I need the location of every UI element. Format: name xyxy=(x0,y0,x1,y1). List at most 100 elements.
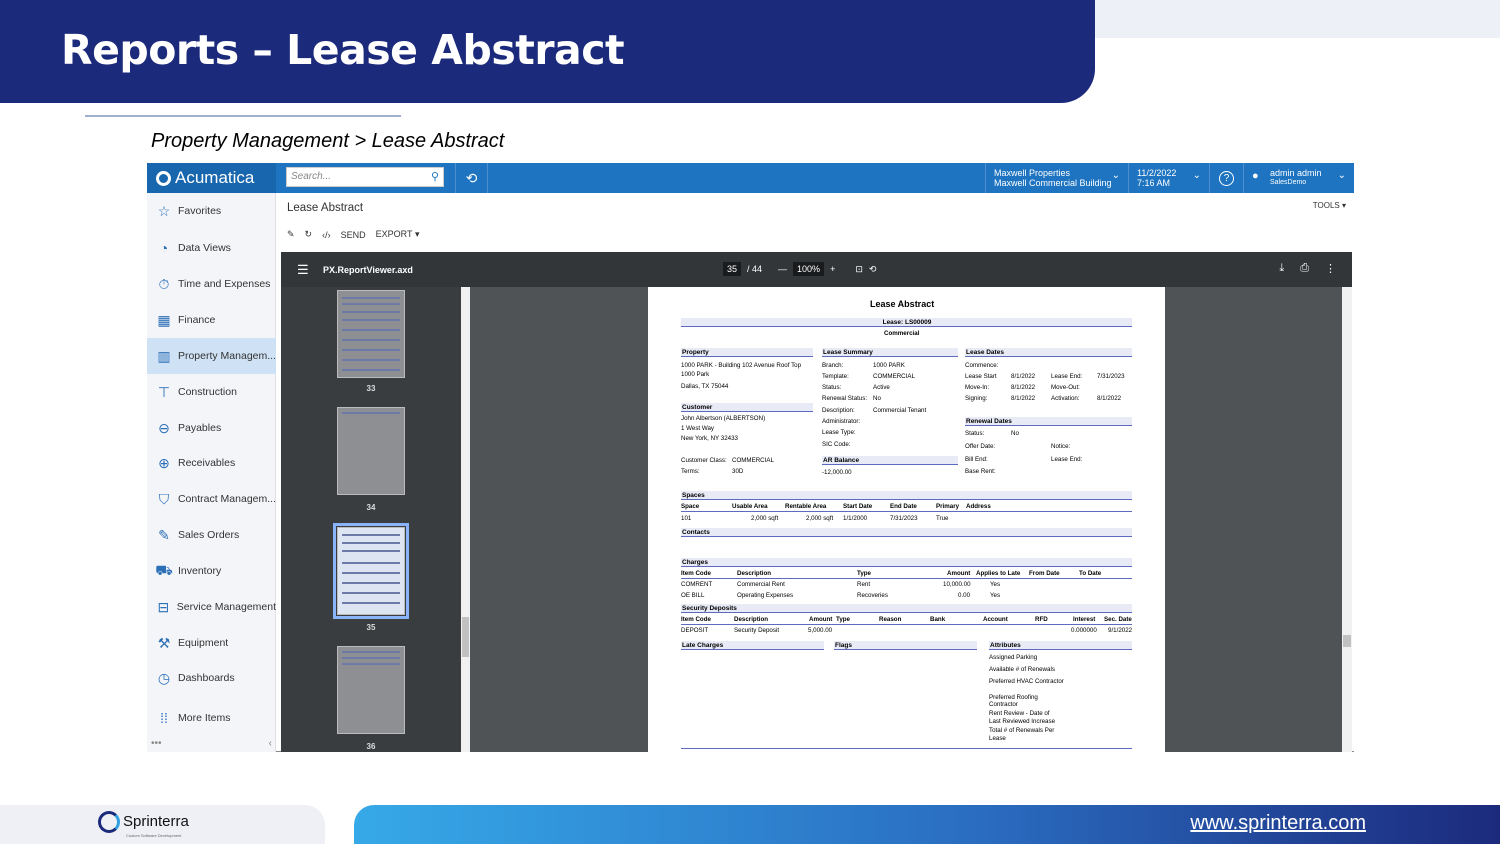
send-button[interactable]: SEND xyxy=(341,230,366,240)
sidebar-item-sales-orders[interactable]: ✎ Sales Orders xyxy=(147,517,276,553)
thumbnail-page-current[interactable] xyxy=(337,527,405,615)
lease-summary-header: Lease Summary xyxy=(822,348,958,357)
summary-value: 1000 PARK xyxy=(873,362,905,369)
pdf-toolbar: ☰ PX.ReportViewer.axd 35 / 44 — 100% + ⊡… xyxy=(281,252,1352,287)
sidebar-item-label: Contract Managem... xyxy=(177,493,276,505)
collapse-chevron-icon[interactable]: ‹ xyxy=(269,738,272,749)
spaces-col: End Date xyxy=(890,503,917,510)
deposits-cell: 9/1/2022 xyxy=(1108,627,1133,634)
toolbar: ✎ ↻ ‹/› SEND EXPORT ▾ xyxy=(287,229,419,240)
sidebar-item-data-views[interactable]: ◔ Data Views xyxy=(147,230,276,266)
date-selector[interactable]: 11/2/2022 7:16 AM ⌄ xyxy=(1128,163,1209,193)
thumbnail-page[interactable] xyxy=(337,407,405,495)
date-label: Activation: xyxy=(1051,395,1080,402)
page-number-input[interactable]: 35 xyxy=(723,262,742,276)
attribute-label: Lease xyxy=(989,735,1006,742)
sidebar-item-contract-management[interactable]: ⛉ Contract Managem... xyxy=(147,481,276,517)
attribute-label: Rent Review - Date of xyxy=(989,710,1050,717)
print-icon[interactable]: ⎙ xyxy=(1300,262,1309,275)
sidebar-item-service-management[interactable]: ⊟ Service Management xyxy=(147,589,276,625)
sidebar-item-favorites[interactable]: ☆ Favorites xyxy=(147,193,276,229)
date-label: Lease Start xyxy=(965,373,997,380)
deposits-col: Sec. Date xyxy=(1104,616,1132,623)
commence-label: Commence: xyxy=(965,362,999,369)
deposits-col: Account xyxy=(983,616,1008,623)
thumbnail-scrollbar[interactable] xyxy=(461,287,470,752)
customer-class: COMMERCIAL xyxy=(732,457,774,464)
page-scrollbar[interactable] xyxy=(1342,287,1352,752)
date-label: Move-Out: xyxy=(1051,384,1080,391)
sidebar-item-receivables[interactable]: ⊕ Receivables xyxy=(147,445,276,481)
customer-header: Customer xyxy=(681,403,813,412)
sidebar-item-label: Sales Orders xyxy=(178,529,240,541)
help-icon[interactable]: ? xyxy=(1209,163,1243,193)
search-icon[interactable]: ⚲ xyxy=(431,170,439,183)
sidebar-item-payables[interactable]: ⊖ Payables xyxy=(147,410,276,446)
acumatica-logo[interactable]: Acumatica xyxy=(147,163,276,193)
user-icon: ● xyxy=(1252,170,1259,182)
sidebar-item-label: Payables xyxy=(178,422,222,434)
charges-col: From Date xyxy=(1029,570,1060,577)
fit-page-icon[interactable]: ⊡ xyxy=(855,264,863,275)
sidebar-item-equipment[interactable]: ⚒ Equipment xyxy=(147,625,276,661)
bill-end-label: Bill End: xyxy=(965,456,988,463)
sidebar-item-label: Dashboards xyxy=(178,672,235,684)
ellipsis-icon[interactable]: ••• xyxy=(151,738,162,749)
edit-icon[interactable]: ✎ xyxy=(287,229,295,240)
refresh-icon[interactable]: ↻ xyxy=(305,229,313,240)
zoom-out-icon[interactable]: — xyxy=(778,264,787,274)
thumbnail-page[interactable] xyxy=(337,646,405,734)
building-icon: ▥ xyxy=(157,347,171,364)
zoom-in-icon[interactable]: + xyxy=(830,264,835,274)
lease-id: Lease: LS00009 xyxy=(681,318,1132,327)
more-vertical-icon[interactable]: ⋮ xyxy=(1325,262,1336,275)
history-icon[interactable]: ⟲ xyxy=(455,163,487,193)
company-selector[interactable]: Maxwell Properties Maxwell Commercial Bu… xyxy=(985,163,1128,193)
sidebar-item-construction[interactable]: ⊤ Construction xyxy=(147,374,276,410)
sidebar-item-inventory[interactable]: ⛟ Inventory xyxy=(147,553,276,589)
ar-balance-header: AR Balance xyxy=(822,456,958,465)
sidebar-item-finance[interactable]: ▦ Finance xyxy=(147,302,276,338)
spaces-cell: 7/31/2023 xyxy=(890,515,918,522)
customer-class-label: Customer Class: xyxy=(681,457,727,464)
summary-value: Active xyxy=(873,384,890,391)
spaces-cell: 2,000 sqft xyxy=(751,515,779,522)
tools-menu[interactable]: TOOLS ▾ xyxy=(1313,201,1346,210)
summary-value: COMMERCIAL xyxy=(873,373,915,380)
report-page: Lease Abstract Lease: LS00009 Commercial… xyxy=(648,287,1165,752)
sidebar-item-label: More Items xyxy=(178,712,231,724)
customer-line: New York, NY 32433 xyxy=(681,435,738,442)
spaces-cell: 2,000 sqft xyxy=(806,515,834,522)
user-menu[interactable]: ● admin admin SalesDemo ⌄ xyxy=(1243,163,1354,193)
deposits-col: Interest xyxy=(1073,616,1096,623)
charges-col: Amount xyxy=(947,570,971,577)
summary-value: No xyxy=(873,395,881,402)
property-line: Dallas, TX 75044 xyxy=(681,383,729,390)
sidebar-item-time-and-expenses[interactable]: ⏱ Time and Expenses xyxy=(147,266,276,302)
search-input[interactable]: Search... ⚲ xyxy=(286,167,444,187)
download-icon[interactable]: ⤓ xyxy=(1279,262,1284,275)
website-link[interactable]: www.sprinterra.com xyxy=(1190,812,1366,835)
charges-cell: Yes xyxy=(990,581,1001,588)
rotate-icon[interactable]: ⟲ xyxy=(869,264,877,275)
thumbnail-label: 36 xyxy=(366,742,376,751)
menu-icon[interactable]: ☰ xyxy=(297,262,309,278)
attribute-label: Available # of Renewals xyxy=(989,666,1055,673)
zoom-level[interactable]: 100% xyxy=(793,262,825,276)
code-icon[interactable]: ‹/› xyxy=(322,230,331,240)
spaces-col: Address xyxy=(966,503,991,510)
wrench-icon: ⚒ xyxy=(157,634,171,651)
export-label: EXPORT xyxy=(375,229,413,239)
attribute-label: Preferred Roofing xyxy=(989,694,1038,701)
deposits-col: Item Code xyxy=(681,616,711,623)
date-label: Signing: xyxy=(965,395,988,402)
sidebar-item-dashboards[interactable]: ◷ Dashboards xyxy=(147,660,276,696)
thumbnail-page[interactable] xyxy=(337,290,405,378)
sidebar-item-property-management[interactable]: ▥ Property Managem... xyxy=(147,338,276,374)
sidebar-item-more-items[interactable]: ⁞⁞ More Items xyxy=(147,700,276,736)
charges-cell: 0.00 xyxy=(958,592,971,599)
top-bar: Acumatica Search... ⚲ ⟲ Maxwell Propertie… xyxy=(147,163,1354,193)
customer-line: 1 West Way xyxy=(681,425,715,432)
export-button[interactable]: EXPORT ▾ xyxy=(376,229,420,240)
sidebar-item-label: Equipment xyxy=(178,637,229,649)
